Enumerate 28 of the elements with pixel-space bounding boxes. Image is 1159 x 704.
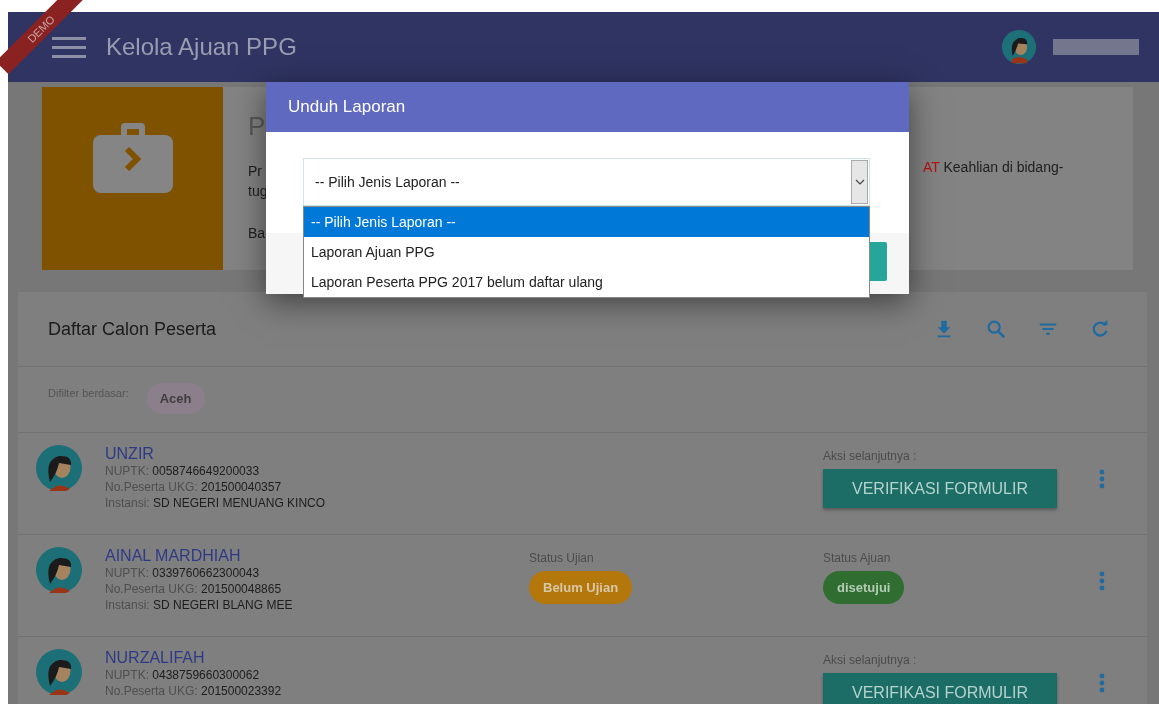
dropdown-option[interactable]: Laporan Ajuan PPG xyxy=(304,237,869,267)
more-icon[interactable] xyxy=(1099,571,1105,591)
list-title: Daftar Calon Peserta xyxy=(48,318,218,340)
info-text: Ba xyxy=(248,224,267,243)
user-avatar-icon[interactable] xyxy=(1001,29,1037,65)
search-icon[interactable] xyxy=(985,318,1007,340)
status-pill: Belum Ujian xyxy=(529,571,633,604)
dialog-title: Unduh Laporan xyxy=(288,97,406,117)
verify-button[interactable]: VERIFIKASI FORMULIR xyxy=(823,469,1057,508)
briefcase-icon xyxy=(92,121,173,193)
participant-name[interactable]: NURZALIFAH xyxy=(105,649,529,667)
info-text: Pr xyxy=(248,162,263,181)
status-pill: disetujui xyxy=(823,571,905,604)
participant-name[interactable]: AINAL MARDHIAH xyxy=(105,547,529,565)
avatar-icon xyxy=(36,445,82,491)
more-icon[interactable] xyxy=(1099,469,1105,489)
report-type-select[interactable]: -- Pilih Jenis Laporan -- xyxy=(303,158,870,206)
participant-name[interactable]: UNZIR xyxy=(105,445,529,463)
info-text: AT Keahlian di bidang- xyxy=(923,159,1064,175)
more-icon[interactable] xyxy=(1099,673,1105,693)
page-title: Kelola Ajuan PPG xyxy=(106,33,297,61)
avatar-icon xyxy=(36,649,82,695)
verify-button[interactable]: VERIFIKASI FORMULIR xyxy=(823,673,1057,704)
menu-icon[interactable] xyxy=(52,35,86,59)
filter-chip[interactable]: Aceh xyxy=(146,383,205,414)
avatar-icon xyxy=(36,547,82,593)
dropdown-option[interactable]: Laporan Peserta PPG 2017 belum daftar ulang xyxy=(304,267,869,297)
dropdown-option[interactable]: -- Pilih Jenis Laporan -- xyxy=(304,207,869,237)
